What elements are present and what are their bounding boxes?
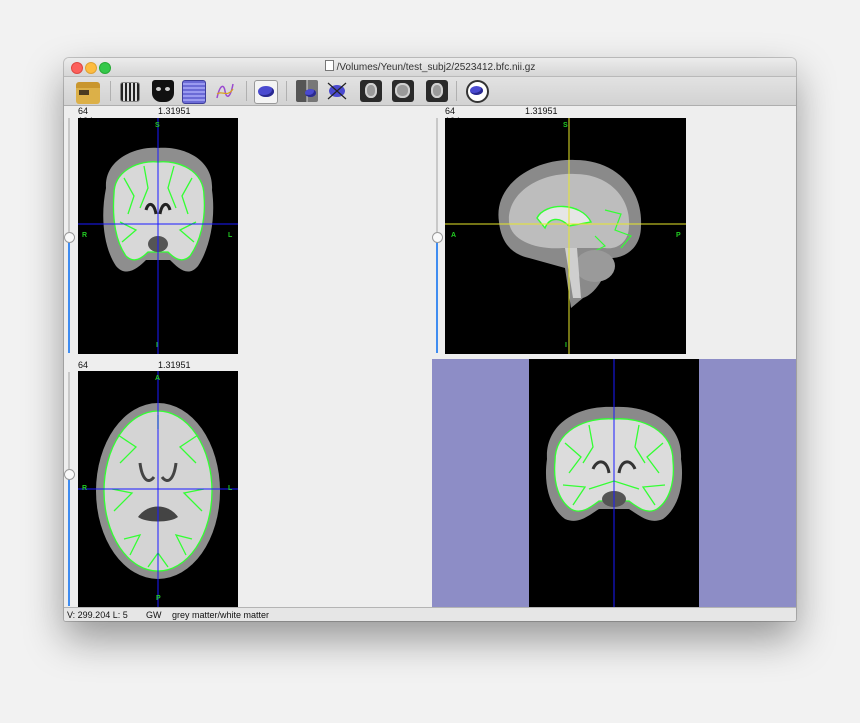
sagittal-slice-image[interactable]: S I A P — [445, 118, 686, 354]
window-title: /Volumes/Yeun/test_subj2/2523412.bfc.nii… — [64, 60, 796, 73]
app-window: /Volumes/Yeun/test_subj2/2523412.bfc.nii… — [64, 58, 796, 621]
sphere-icon[interactable] — [326, 80, 348, 102]
axial-slider-knob[interactable] — [64, 469, 75, 480]
toolbar — [64, 77, 796, 106]
axial-view-icon[interactable] — [360, 80, 382, 102]
axial-label-left: R — [82, 485, 88, 492]
sagittal-view-icon[interactable] — [392, 80, 414, 102]
coronal-label-top: S — [155, 122, 160, 129]
coronal-slider-knob[interactable] — [64, 232, 75, 243]
viewer-canvas: 64 124 143 1.31951 S I R L — [64, 106, 796, 607]
tile-layout-icon[interactable] — [296, 80, 318, 102]
curve-icon[interactable] — [214, 80, 236, 102]
orbit-view-icon[interactable] — [466, 80, 489, 103]
coronal-label-left: R — [82, 232, 88, 239]
coronal-label-right: L — [228, 232, 233, 239]
sagittal-zoom: 1.31951 — [525, 106, 558, 116]
axial-label-right: L — [228, 485, 233, 492]
axial-label-top: A — [155, 375, 161, 382]
status-label-name: grey matter/white matter — [172, 610, 270, 620]
coronal-zoom: 1.31951 — [158, 106, 191, 116]
window-title-text: /Volumes/Yeun/test_subj2/2523412.bfc.nii… — [336, 62, 536, 73]
sagittal-label-left: A — [451, 232, 457, 239]
sagittal-slider-knob[interactable] — [432, 232, 443, 243]
toolbar-separator — [286, 81, 287, 101]
toolbar-separator — [110, 81, 111, 101]
axial-slice-image[interactable]: A P R L — [78, 371, 238, 607]
coronal-view-icon[interactable] — [426, 80, 448, 102]
toolbar-separator — [456, 81, 457, 101]
histogram-icon[interactable] — [120, 82, 140, 102]
status-bar: V: 299.204 L: 5 GW grey matter/white mat… — [64, 607, 796, 621]
sagittal-label-bottom: I — [565, 342, 567, 349]
sagittal-slider-fill — [436, 237, 438, 353]
sagittal-label-top: S — [563, 122, 568, 129]
title-bar[interactable]: /Volumes/Yeun/test_subj2/2523412.bfc.nii… — [64, 58, 796, 77]
coronal-slice-image[interactable]: S I R L — [78, 118, 238, 354]
axial-zoom: 1.31951 — [158, 360, 191, 370]
axial-slider-fill — [68, 474, 70, 606]
sagittal-label-right: P — [676, 232, 681, 239]
coronal-slider-fill — [68, 237, 70, 353]
render-slice-backdrop — [529, 359, 699, 607]
open-folder-icon[interactable] — [76, 82, 100, 104]
axial-label-bottom: P — [156, 595, 161, 602]
document-icon — [324, 60, 334, 71]
brain-surface-icon[interactable] — [254, 80, 278, 104]
status-value: V: 299.204 L: 5 — [67, 610, 128, 620]
grid-overlay-icon[interactable] — [182, 80, 206, 104]
mask-icon[interactable] — [152, 80, 174, 102]
surface-render-view[interactable] — [432, 359, 796, 607]
toolbar-separator — [246, 81, 247, 101]
status-label-code: GW — [146, 610, 162, 620]
coronal-label-bottom: I — [156, 342, 158, 349]
